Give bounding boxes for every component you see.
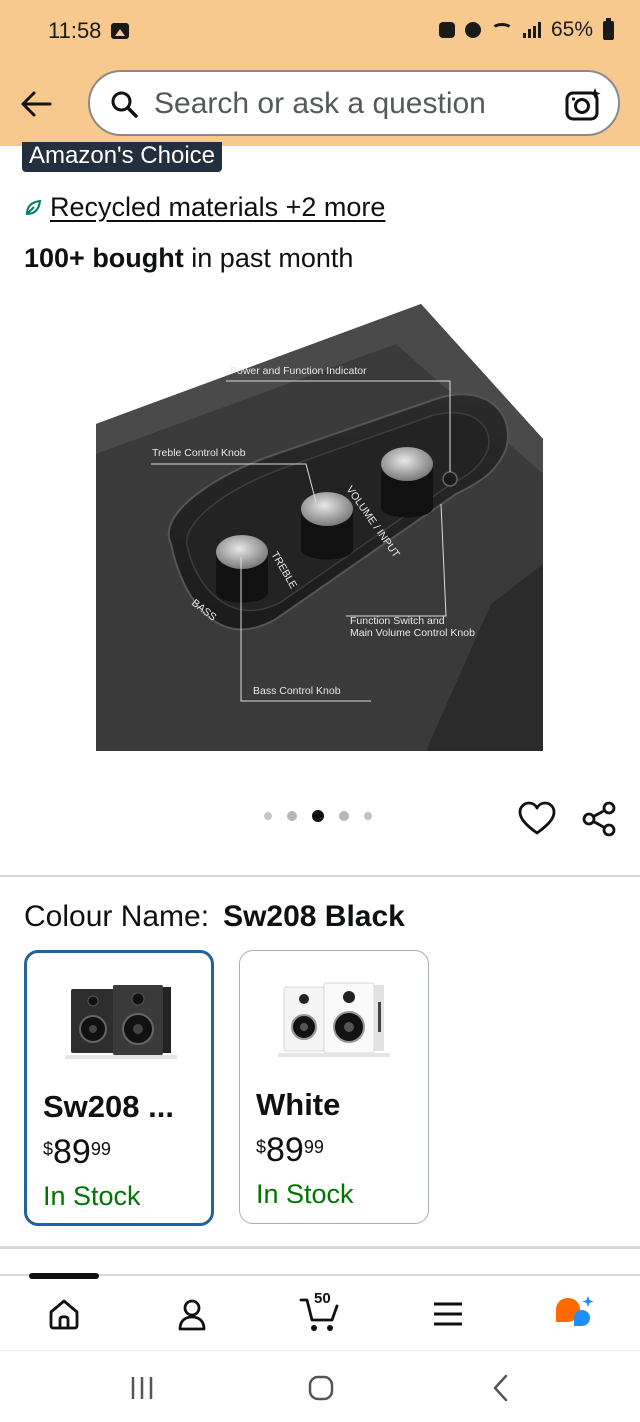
system-navigation <box>0 1350 640 1422</box>
black-speakers-thumbnail <box>65 985 177 1059</box>
product-image[interactable]: BASS TREBLE VOLUME / INPUT Power and Fun… <box>96 304 543 751</box>
nav-home[interactable] <box>42 1292 86 1336</box>
price-whole: 89 <box>53 1133 91 1171</box>
battery-icon <box>603 17 614 40</box>
home-icon <box>49 1299 79 1330</box>
variant-price: $89 99 <box>43 1133 111 1172</box>
status-time-group: 11:58 <box>48 18 130 44</box>
amazons-choice-badge: Amazon's Choice <box>22 142 222 172</box>
colour-option-white[interactable]: White $89 99 In Stock <box>239 950 429 1224</box>
bass-knob <box>216 535 268 603</box>
white-speakers-thumbnail <box>278 982 390 1057</box>
back-chevron-icon[interactable] <box>486 1373 516 1403</box>
variant-name: Sw208 ... <box>43 1089 174 1124</box>
section-divider <box>0 875 640 877</box>
wifi-icon <box>490 23 513 37</box>
section-divider <box>0 1246 640 1249</box>
callout-treble: Treble Control Knob <box>152 447 246 459</box>
variant-stock: In Stock <box>256 1179 354 1209</box>
search-box[interactable] <box>88 70 620 136</box>
carousel-dot[interactable] <box>264 812 272 820</box>
back-button[interactable] <box>14 82 58 126</box>
signal-icon <box>522 22 541 38</box>
nav-menu[interactable] <box>426 1292 470 1336</box>
menu-icon <box>434 1302 462 1326</box>
colour-name-label: Colour Name: <box>24 900 210 933</box>
bottom-navigation: 50 <box>0 1273 640 1348</box>
carousel-dot[interactable] <box>364 812 372 820</box>
camera-lens-icon[interactable] <box>564 86 602 122</box>
variant-name: White <box>256 1087 341 1122</box>
heart-icon[interactable] <box>518 800 556 838</box>
callout-bass: Bass Control Knob <box>253 685 341 697</box>
arrow-left-icon <box>21 91 52 117</box>
price-currency: $ <box>43 1139 54 1159</box>
sim-icon <box>438 22 455 38</box>
volume-knob <box>381 447 433 518</box>
status-time: 11:58 <box>48 18 102 43</box>
bought-count-bold: 100+ bought <box>24 243 184 273</box>
callout-function-1: Function Switch and <box>350 615 445 627</box>
bought-count-rest: in past month <box>183 243 354 273</box>
variant-price: $89 99 <box>256 1131 324 1170</box>
image-carousel-dots[interactable] <box>264 810 372 822</box>
status-icons: 65% <box>438 17 614 42</box>
alarm-icon <box>464 22 481 38</box>
price-currency: $ <box>256 1137 267 1157</box>
power-indicator-light <box>442 471 458 487</box>
status-bar: 11:58 65% <box>0 0 640 62</box>
colour-option-black[interactable]: Sw208 ... $89 99 In Stock <box>24 950 214 1226</box>
nav-cart[interactable]: 50 <box>298 1290 342 1336</box>
price-fraction: 99 <box>303 1137 324 1157</box>
variant-stock: In Stock <box>43 1181 141 1211</box>
rufus-icon <box>556 1296 594 1326</box>
search-icon <box>111 91 138 118</box>
callout-function-2: Main Volume Control Knob <box>350 627 475 639</box>
nav-account[interactable] <box>170 1292 214 1336</box>
account-icon <box>178 1299 206 1331</box>
price-fraction: 99 <box>90 1139 111 1159</box>
gallery-icon <box>111 23 130 39</box>
home-circle-icon[interactable] <box>306 1373 336 1403</box>
carousel-dot[interactable] <box>339 811 349 821</box>
active-tab-indicator <box>29 1273 99 1279</box>
nav-rufus[interactable] <box>552 1292 596 1336</box>
search-header <box>0 62 640 146</box>
price-whole: 89 <box>266 1131 304 1169</box>
cart-count: 50 <box>314 1290 331 1307</box>
recents-icon[interactable] <box>128 1373 158 1403</box>
treble-knob <box>301 492 353 560</box>
recycled-materials-link[interactable]: Recycled materials +2 more <box>50 192 385 223</box>
sustainability-row[interactable]: Recycled materials +2 more <box>24 192 385 223</box>
search-input[interactable] <box>154 86 534 122</box>
carousel-dot-active[interactable] <box>312 810 324 822</box>
colour-name-value: Sw208 Black <box>223 900 405 933</box>
share-icon[interactable] <box>580 800 618 838</box>
bought-count: 100+ bought in past month <box>24 243 353 274</box>
leaf-icon <box>25 199 42 215</box>
colour-name-row: Colour Name: Sw208 Black <box>24 900 405 934</box>
battery-percent: 65% <box>550 18 593 41</box>
carousel-dot[interactable] <box>287 811 297 821</box>
callout-power: Power and Function Indicator <box>230 365 367 377</box>
